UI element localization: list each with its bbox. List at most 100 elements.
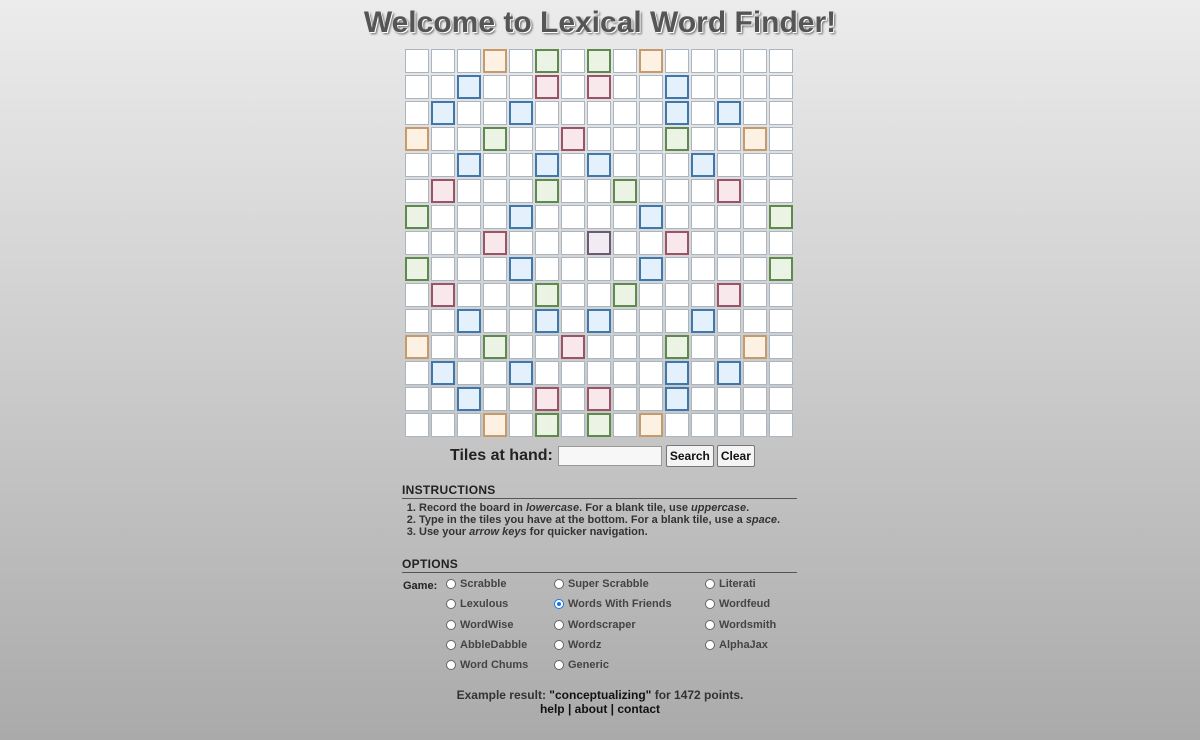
board-cell[interactable] xyxy=(717,231,741,255)
board-cell[interactable] xyxy=(639,231,663,255)
search-button[interactable]: Search xyxy=(665,445,714,467)
board-cell-triple-word[interactable] xyxy=(639,413,663,437)
board-cell-triple-letter[interactable] xyxy=(665,387,689,411)
board-cell[interactable] xyxy=(717,127,741,151)
board-cell[interactable] xyxy=(405,413,429,437)
board-cell[interactable] xyxy=(691,127,715,151)
board-cell[interactable] xyxy=(639,153,663,177)
board-cell[interactable] xyxy=(561,75,585,99)
board-cell[interactable] xyxy=(769,335,793,359)
board-cell-triple-letter[interactable] xyxy=(691,153,715,177)
board-cell-triple-letter[interactable] xyxy=(431,361,455,385)
board-cell-triple-letter[interactable] xyxy=(509,101,533,125)
board-cell[interactable] xyxy=(535,231,559,255)
board-cell[interactable] xyxy=(483,205,507,229)
board-cell[interactable] xyxy=(613,387,637,411)
board-cell[interactable] xyxy=(717,387,741,411)
board-cell[interactable] xyxy=(639,309,663,333)
board-cell[interactable] xyxy=(535,205,559,229)
board-cell-double-letter[interactable] xyxy=(717,179,741,203)
board-cell[interactable] xyxy=(613,101,637,125)
board-cell[interactable] xyxy=(587,101,611,125)
board-cell[interactable] xyxy=(717,309,741,333)
board-cell[interactable] xyxy=(561,49,585,73)
board-cell[interactable] xyxy=(691,335,715,359)
board-cell-double-word[interactable] xyxy=(405,205,429,229)
board-cell[interactable] xyxy=(483,179,507,203)
board-cell[interactable] xyxy=(587,257,611,281)
board-cell-triple-letter[interactable] xyxy=(587,309,611,333)
board-cell-triple-word[interactable] xyxy=(743,335,767,359)
board-cell[interactable] xyxy=(535,127,559,151)
board-cell-triple-word[interactable] xyxy=(483,413,507,437)
board-cell-triple-letter[interactable] xyxy=(665,101,689,125)
board-cell[interactable] xyxy=(639,361,663,385)
board-cell-double-letter[interactable] xyxy=(535,387,559,411)
board-cell[interactable] xyxy=(769,231,793,255)
board-cell-double-word[interactable] xyxy=(587,413,611,437)
board-cell[interactable] xyxy=(743,361,767,385)
board-cell[interactable] xyxy=(509,309,533,333)
board-cell-double-letter[interactable] xyxy=(535,75,559,99)
board-cell-double-word[interactable] xyxy=(769,257,793,281)
board-cell-double-letter[interactable] xyxy=(587,387,611,411)
board-cell[interactable] xyxy=(743,49,767,73)
board-cell[interactable] xyxy=(561,283,585,307)
board-cell[interactable] xyxy=(535,257,559,281)
board-cell-triple-letter[interactable] xyxy=(587,153,611,177)
board-cell[interactable] xyxy=(587,179,611,203)
radio-button[interactable] xyxy=(705,620,715,630)
board-cell[interactable] xyxy=(639,335,663,359)
radio-button[interactable] xyxy=(446,620,456,630)
board-cell[interactable] xyxy=(405,49,429,73)
board-cell[interactable] xyxy=(457,127,481,151)
board-cell[interactable] xyxy=(457,361,481,385)
radio-button[interactable] xyxy=(446,579,456,589)
board-cell-double-letter[interactable] xyxy=(717,283,741,307)
board-cell[interactable] xyxy=(509,179,533,203)
board-cell[interactable] xyxy=(431,257,455,281)
board-cell[interactable] xyxy=(691,413,715,437)
board-cell[interactable] xyxy=(691,361,715,385)
board-cell[interactable] xyxy=(535,335,559,359)
board-cell[interactable] xyxy=(509,153,533,177)
board-cell[interactable] xyxy=(405,179,429,203)
board-cell[interactable] xyxy=(561,257,585,281)
board-cell-double-word[interactable] xyxy=(483,335,507,359)
board-cell[interactable] xyxy=(431,231,455,255)
board-cell[interactable] xyxy=(587,283,611,307)
board-cell[interactable] xyxy=(691,283,715,307)
board-cell[interactable] xyxy=(509,75,533,99)
board-cell[interactable] xyxy=(561,205,585,229)
board-cell[interactable] xyxy=(483,387,507,411)
board-cell[interactable] xyxy=(665,257,689,281)
board-cell[interactable] xyxy=(431,75,455,99)
board-cell[interactable] xyxy=(405,387,429,411)
board-cell[interactable] xyxy=(483,153,507,177)
radio-button[interactable] xyxy=(705,599,715,609)
board-cell[interactable] xyxy=(743,153,767,177)
board-cell[interactable] xyxy=(639,127,663,151)
board-cell[interactable] xyxy=(613,205,637,229)
board-cell[interactable] xyxy=(691,101,715,125)
board-cell-triple-letter[interactable] xyxy=(535,309,559,333)
board-cell[interactable] xyxy=(457,101,481,125)
board-cell[interactable] xyxy=(665,205,689,229)
board-cell-triple-letter[interactable] xyxy=(457,153,481,177)
help-link[interactable]: help xyxy=(540,702,565,716)
board-cell[interactable] xyxy=(717,257,741,281)
game-option[interactable]: AbbleDabble xyxy=(446,639,527,651)
game-option[interactable]: Super Scrabble xyxy=(554,578,649,590)
radio-button[interactable] xyxy=(554,620,564,630)
board-cell[interactable] xyxy=(639,179,663,203)
board-cell-double-letter[interactable] xyxy=(561,335,585,359)
board-cell[interactable] xyxy=(665,153,689,177)
board-cell[interactable] xyxy=(613,153,637,177)
board-cell[interactable] xyxy=(613,361,637,385)
board-cell-double-letter[interactable] xyxy=(483,231,507,255)
board-cell[interactable] xyxy=(769,101,793,125)
radio-button[interactable] xyxy=(554,599,564,609)
board-cell[interactable] xyxy=(613,127,637,151)
board-cell[interactable] xyxy=(769,49,793,73)
clear-button[interactable]: Clear xyxy=(716,445,755,467)
